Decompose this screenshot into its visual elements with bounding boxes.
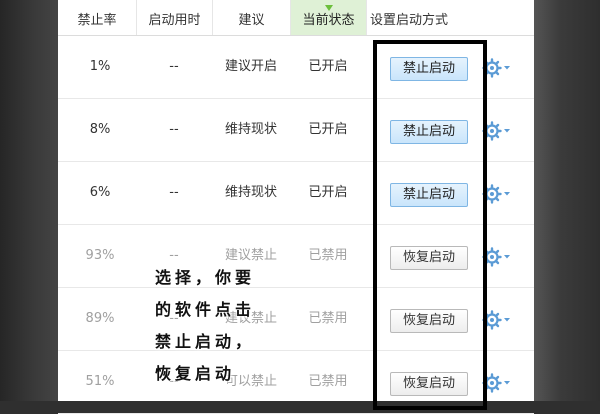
chevron-down-icon [504, 318, 510, 322]
disable-rate: 6% [89, 185, 111, 200]
current-status: 已开启 [308, 59, 348, 74]
annotation-line: 恢复启动 [155, 364, 236, 383]
annotation-line: 选择，你要 [155, 268, 256, 287]
advice: 建议开启 [224, 59, 277, 74]
header-disable-rate[interactable]: 禁止率 [58, 0, 136, 35]
triangle-down-icon [324, 5, 333, 11]
header-current-status[interactable]: 当前状态 [290, 0, 366, 35]
header-startup-time[interactable]: 启动用时 [136, 0, 212, 35]
advice: 维持现状 [224, 185, 277, 200]
table-header: 禁止率 启动用时 建议 当前状态 设置启动方式 [58, 0, 534, 36]
current-status: 已禁用 [308, 374, 348, 389]
advice: 维持现状 [224, 122, 277, 137]
annotation-line: 的软件点击 [155, 300, 256, 319]
disable-rate: 89% [85, 311, 115, 326]
current-status: 已禁用 [308, 248, 348, 263]
chevron-down-icon [504, 66, 510, 70]
startup-time: -- [169, 59, 179, 74]
chevron-down-icon [504, 255, 510, 259]
chevron-down-icon [504, 192, 510, 196]
handwritten-annotation: 选择，你要 的软件点击 禁止启动， 恢复启动 [155, 262, 295, 390]
current-status: 已开启 [308, 122, 348, 137]
disable-rate: 8% [89, 122, 111, 137]
disable-rate: 51% [85, 374, 115, 389]
header-advice[interactable]: 建议 [212, 0, 290, 35]
disable-rate: 93% [85, 248, 115, 263]
disable-rate: 1% [89, 59, 111, 74]
current-status: 已禁用 [308, 311, 348, 326]
background-left [0, 0, 58, 401]
highlight-box [373, 40, 487, 410]
annotation-line: 禁止启动， [155, 332, 256, 351]
startup-time: -- [169, 122, 179, 137]
header-set-startup-mode[interactable]: 设置启动方式 [366, 0, 486, 35]
chevron-down-icon [504, 129, 510, 133]
startup-time: -- [169, 185, 179, 200]
chevron-down-icon [504, 381, 510, 385]
header-current-status-label: 当前状态 [302, 13, 355, 28]
current-status: 已开启 [308, 185, 348, 200]
background-right [534, 0, 600, 401]
